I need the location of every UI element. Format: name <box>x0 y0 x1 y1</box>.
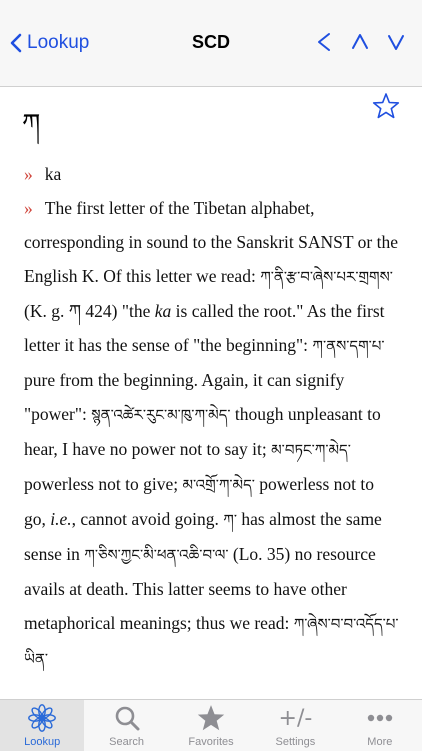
definition-bullet: » <box>24 164 33 184</box>
star-icon <box>196 703 226 733</box>
tab-label: Lookup <box>24 736 61 748</box>
previous-entry-button[interactable] <box>314 31 334 53</box>
tab-label: Favorites <box>188 736 234 748</box>
tibetan-phrase: མ་འགྲོ་ཀ་མེད་ <box>182 476 255 494</box>
scroll-up-button[interactable] <box>350 31 370 53</box>
lotus-icon <box>27 703 57 733</box>
entry-content[interactable]: ཀ » ka » The first letter of the Tibetan a… <box>0 87 422 699</box>
plus-minus-glyph: +/- <box>278 705 313 731</box>
tab-bar: Lookup Search Favorites +/- Settings Mor… <box>0 699 422 751</box>
navigation-bar: Lookup SCD <box>0 0 422 87</box>
plus-minus-icon: +/- <box>278 703 313 733</box>
favorite-star-button[interactable] <box>372 92 400 120</box>
chevron-left-icon <box>318 33 330 51</box>
italic-term: ka <box>154 301 172 321</box>
italic-term: i.e. <box>50 509 72 529</box>
definition-list: » ka » The first letter of the Tibetan alp… <box>24 157 400 676</box>
tab-search[interactable]: Search <box>84 700 168 751</box>
tibetan-phrase: ཀ་ནི་རྩ་བ་ཞེས་པར་གྲགས་ <box>260 268 393 286</box>
definition-text: , cannot avoid going. <box>71 509 224 529</box>
definition-text: ka <box>44 164 62 184</box>
entry-navigation <box>314 31 406 53</box>
tab-lookup[interactable]: Lookup <box>0 700 85 751</box>
chevron-down-icon <box>388 35 404 50</box>
search-icon <box>112 703 142 733</box>
scroll-down-button[interactable] <box>386 31 406 53</box>
definition-text: powerless not to give; <box>24 474 183 494</box>
star-outline-icon <box>372 93 400 119</box>
definition-item: » The first letter of the Tibetan alphabe… <box>24 191 400 676</box>
tibetan-phrase: མ་བཏང་ཀ་མེད་ <box>271 441 351 459</box>
tab-label: Search <box>109 736 145 748</box>
tab-more[interactable]: More <box>338 700 422 751</box>
chevron-up-icon <box>352 34 368 49</box>
definition-item: » ka <box>24 157 400 191</box>
tab-label: Settings <box>275 736 316 748</box>
definition-bullet: » <box>24 198 33 218</box>
more-dots-icon <box>365 703 395 733</box>
tibetan-phrase: ཀ་ནས་དག་པ་ <box>312 337 385 355</box>
tibetan-phrase: ཀ་ <box>223 511 237 529</box>
tab-favorites[interactable]: Favorites <box>169 700 253 751</box>
tab-settings[interactable]: +/- Settings <box>253 700 337 751</box>
tibetan-phrase: སྙན་འཚེར་རུང་མ་ཁུ་ཀ་མེད་ <box>91 406 231 424</box>
tab-label: More <box>367 736 393 748</box>
tibetan-phrase: ཀ་ཅིས་ཀྱང་མི་ཕན་འཆི་བ་ལ་ <box>84 546 229 564</box>
definition-text: (K. g. ཀ 424) "the <box>24 301 155 321</box>
